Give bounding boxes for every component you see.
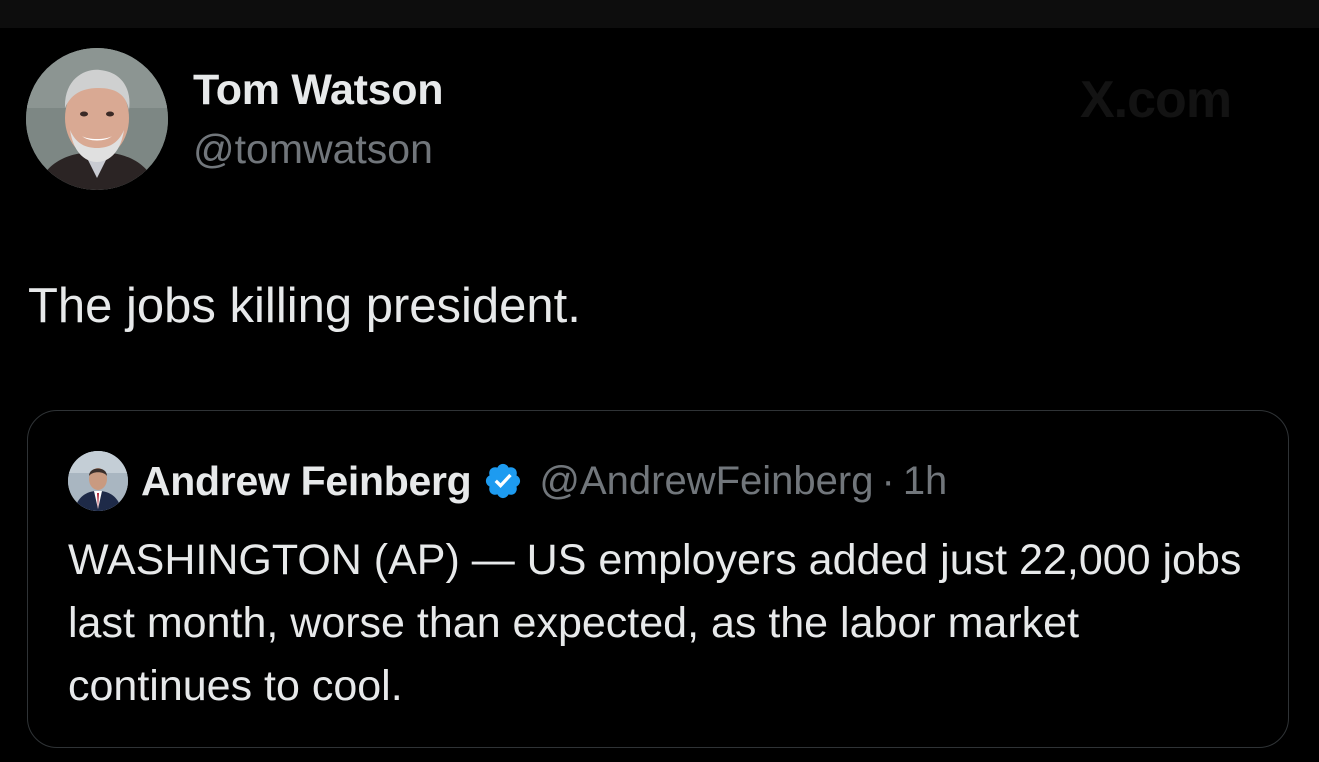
author-avatar-photo [26,48,168,190]
quoted-author-name[interactable]: Andrew Feinberg [141,458,472,505]
author-avatar[interactable] [26,48,168,190]
separator-dot: · [881,458,895,503]
quoted-author-handle[interactable]: @AndrewFeinberg [539,459,873,504]
verified-badge-icon [483,461,523,501]
author-handle[interactable]: @tomwatson [193,126,433,173]
quoted-author-avatar-photo [68,451,128,511]
author-name[interactable]: Tom Watson [193,66,444,115]
top-status-strip [0,0,1319,28]
quoted-author-avatar[interactable] [68,451,128,511]
quoted-tweet-card[interactable]: Andrew Feinberg @AndrewFeinberg · 1h WAS… [27,410,1289,748]
quoted-tweet-text: WASHINGTON (AP) — US employers added jus… [68,536,1242,710]
tweet[interactable]: Tom Watson @tomwatson X.com The jobs kil… [0,28,1319,762]
quoted-tweet-timestamp[interactable]: 1h [903,459,948,504]
tweet-text: The jobs killing president. [28,279,581,333]
quoted-tweet-header: Andrew Feinberg @AndrewFeinberg · 1h [141,455,947,507]
watermark: X.com [1080,71,1232,129]
